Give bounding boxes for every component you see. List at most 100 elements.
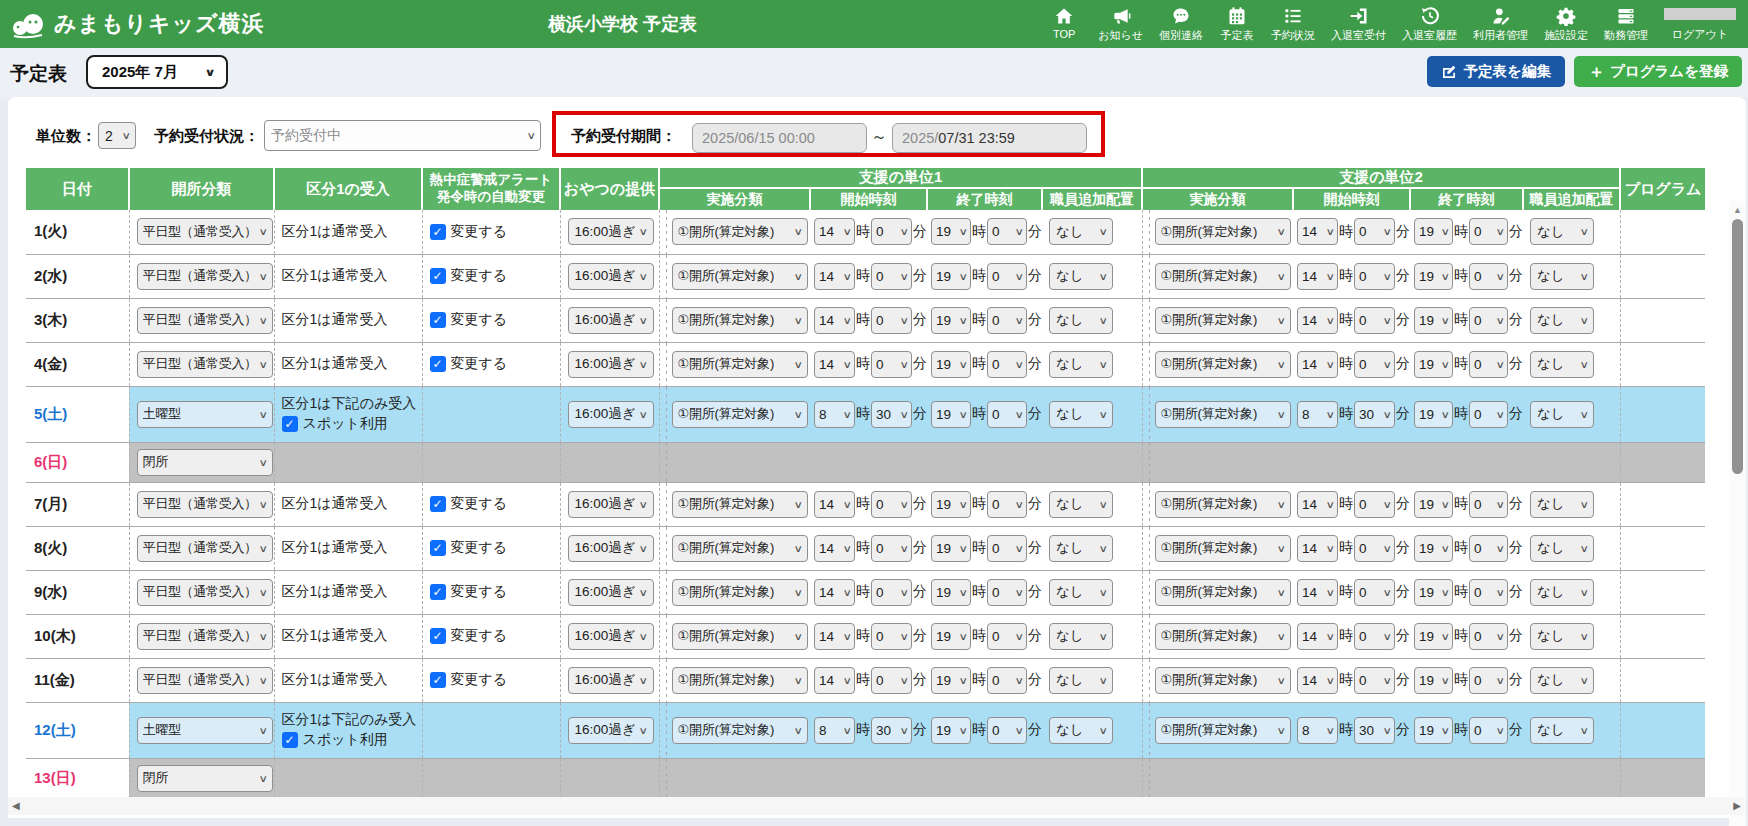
unit2-end-minute-select[interactable]: 0∨ bbox=[1469, 218, 1508, 245]
unit1-category-select[interactable]: ①開所(算定対象)∨ bbox=[672, 218, 808, 245]
unit1-start-hour-select[interactable]: 14∨ bbox=[814, 535, 855, 562]
unit2-end-minute-select[interactable]: 0∨ bbox=[1469, 351, 1508, 378]
unit1-end-hour-select[interactable]: 19∨ bbox=[931, 218, 971, 245]
unit2-end-minute-select[interactable]: 0∨ bbox=[1469, 667, 1508, 694]
unit1-end-hour-select[interactable]: 19∨ bbox=[931, 263, 971, 290]
unit1-end-minute-select[interactable]: 0∨ bbox=[987, 491, 1027, 518]
unit2-category-select[interactable]: ①開所(算定対象)∨ bbox=[1155, 401, 1291, 428]
unit1-category-select[interactable]: ①開所(算定対象)∨ bbox=[672, 401, 808, 428]
unit1-staff-select[interactable]: なし∨ bbox=[1049, 623, 1113, 650]
alert-change-checkbox[interactable]: ✓ bbox=[430, 268, 446, 284]
unit1-staff-select[interactable]: なし∨ bbox=[1049, 218, 1113, 245]
unit1-start-minute-select[interactable]: 0∨ bbox=[871, 263, 912, 290]
open-class-select[interactable]: 平日型（通常受入）∨ bbox=[137, 263, 273, 290]
unit1-start-hour-select[interactable]: 14∨ bbox=[814, 667, 855, 694]
unit1-staff-select[interactable]: なし∨ bbox=[1049, 667, 1113, 694]
unit2-start-minute-select[interactable]: 30∨ bbox=[1354, 401, 1395, 428]
unit1-end-minute-select[interactable]: 0∨ bbox=[987, 579, 1027, 606]
unit2-end-hour-select[interactable]: 19∨ bbox=[1414, 623, 1453, 650]
unit2-staff-select[interactable]: なし∨ bbox=[1530, 218, 1594, 245]
unit2-category-select[interactable]: ①開所(算定対象)∨ bbox=[1155, 491, 1291, 518]
unit1-start-hour-select[interactable]: 14∨ bbox=[814, 263, 855, 290]
unit1-start-hour-select[interactable]: 14∨ bbox=[814, 307, 855, 334]
unit2-staff-select[interactable]: なし∨ bbox=[1530, 623, 1594, 650]
unit1-end-minute-select[interactable]: 0∨ bbox=[987, 535, 1027, 562]
unit2-end-hour-select[interactable]: 19∨ bbox=[1414, 218, 1453, 245]
unit2-start-minute-select[interactable]: 0∨ bbox=[1354, 307, 1395, 334]
unit1-end-minute-select[interactable]: 0∨ bbox=[987, 401, 1027, 428]
unit1-start-hour-select[interactable]: 14∨ bbox=[814, 579, 855, 606]
alert-change-checkbox[interactable]: ✓ bbox=[430, 584, 446, 600]
unit1-end-hour-select[interactable]: 19∨ bbox=[931, 667, 971, 694]
unit1-category-select[interactable]: ①開所(算定対象)∨ bbox=[672, 579, 808, 606]
unit1-start-hour-select[interactable]: 8∨ bbox=[814, 717, 855, 744]
open-class-select[interactable]: 閉所∨ bbox=[137, 765, 273, 792]
unit2-end-hour-select[interactable]: 19∨ bbox=[1414, 535, 1453, 562]
unit2-end-minute-select[interactable]: 0∨ bbox=[1469, 717, 1508, 744]
unit2-staff-select[interactable]: なし∨ bbox=[1530, 667, 1594, 694]
nav-item-入退室履歴[interactable]: 入退室履歴 bbox=[1394, 0, 1465, 45]
unit2-end-hour-select[interactable]: 19∨ bbox=[1414, 491, 1453, 518]
unit1-start-minute-select[interactable]: 0∨ bbox=[871, 307, 912, 334]
unit2-category-select[interactable]: ①開所(算定対象)∨ bbox=[1155, 263, 1291, 290]
spot-use-checkbox[interactable]: ✓ bbox=[282, 732, 298, 748]
unit1-start-minute-select[interactable]: 0∨ bbox=[871, 351, 912, 378]
nav-item-ログアウト[interactable]: ログアウト bbox=[1656, 0, 1744, 44]
snack-select[interactable]: 16:00過ぎ∨ bbox=[568, 307, 654, 334]
snack-select[interactable]: 16:00過ぎ∨ bbox=[568, 579, 654, 606]
unit1-category-select[interactable]: ①開所(算定対象)∨ bbox=[672, 351, 808, 378]
unit2-end-minute-select[interactable]: 0∨ bbox=[1469, 623, 1508, 650]
unit1-end-minute-select[interactable]: 0∨ bbox=[987, 218, 1027, 245]
unit1-start-hour-select[interactable]: 8∨ bbox=[814, 401, 855, 428]
status-select[interactable]: 予約受付中 ∨ bbox=[264, 120, 541, 151]
unit2-end-hour-select[interactable]: 19∨ bbox=[1414, 307, 1453, 334]
unit1-category-select[interactable]: ①開所(算定対象)∨ bbox=[672, 535, 808, 562]
nav-item-勤務管理[interactable]: 勤務管理 bbox=[1596, 0, 1656, 45]
scroll-up-icon[interactable]: ▲ bbox=[1729, 205, 1746, 215]
unit2-end-hour-select[interactable]: 19∨ bbox=[1414, 263, 1453, 290]
unit2-start-hour-select[interactable]: 14∨ bbox=[1297, 667, 1338, 694]
unit2-end-minute-select[interactable]: 0∨ bbox=[1469, 401, 1508, 428]
period-from-input[interactable]: 2025/06/15 00:00 bbox=[692, 123, 867, 153]
unit1-end-hour-select[interactable]: 19∨ bbox=[931, 307, 971, 334]
unit2-staff-select[interactable]: なし∨ bbox=[1530, 351, 1594, 378]
unit1-staff-select[interactable]: なし∨ bbox=[1049, 307, 1113, 334]
unit2-start-hour-select[interactable]: 14∨ bbox=[1297, 218, 1338, 245]
unit1-staff-select[interactable]: なし∨ bbox=[1049, 579, 1113, 606]
scroll-left-icon[interactable]: ◀ bbox=[12, 800, 20, 811]
snack-select[interactable]: 16:00過ぎ∨ bbox=[568, 667, 654, 694]
snack-select[interactable]: 16:00過ぎ∨ bbox=[568, 218, 654, 245]
unit1-category-select[interactable]: ①開所(算定対象)∨ bbox=[672, 623, 808, 650]
unit2-staff-select[interactable]: なし∨ bbox=[1530, 717, 1594, 744]
unit1-start-minute-select[interactable]: 30∨ bbox=[871, 401, 912, 428]
unit1-staff-select[interactable]: なし∨ bbox=[1049, 401, 1113, 428]
alert-change-checkbox[interactable]: ✓ bbox=[430, 312, 446, 328]
unit1-category-select[interactable]: ①開所(算定対象)∨ bbox=[672, 717, 808, 744]
unit2-end-minute-select[interactable]: 0∨ bbox=[1469, 491, 1508, 518]
vertical-scrollbar-thumb[interactable] bbox=[1732, 219, 1743, 474]
unit1-end-minute-select[interactable]: 0∨ bbox=[987, 351, 1027, 378]
open-class-select[interactable]: 土曜型∨ bbox=[137, 401, 273, 428]
unit2-start-hour-select[interactable]: 14∨ bbox=[1297, 535, 1338, 562]
spot-use-checkbox[interactable]: ✓ bbox=[282, 416, 298, 432]
unit1-end-minute-select[interactable]: 0∨ bbox=[987, 717, 1027, 744]
unit2-staff-select[interactable]: なし∨ bbox=[1530, 491, 1594, 518]
alert-change-checkbox[interactable]: ✓ bbox=[430, 672, 446, 688]
unit2-category-select[interactable]: ①開所(算定対象)∨ bbox=[1155, 307, 1291, 334]
unit1-staff-select[interactable]: なし∨ bbox=[1049, 351, 1113, 378]
unit2-category-select[interactable]: ①開所(算定対象)∨ bbox=[1155, 667, 1291, 694]
unit2-category-select[interactable]: ①開所(算定対象)∨ bbox=[1155, 623, 1291, 650]
nav-item-入退室受付[interactable]: 入退室受付 bbox=[1323, 0, 1394, 45]
unit2-start-minute-select[interactable]: 0∨ bbox=[1354, 623, 1395, 650]
unit1-start-minute-select[interactable]: 0∨ bbox=[871, 667, 912, 694]
period-to-input[interactable]: 2025/07/31 23:59 bbox=[892, 123, 1087, 153]
unit1-end-hour-select[interactable]: 19∨ bbox=[931, 491, 971, 518]
alert-change-checkbox[interactable]: ✓ bbox=[430, 540, 446, 556]
unit2-start-hour-select[interactable]: 14∨ bbox=[1297, 579, 1338, 606]
horizontal-scrollbar[interactable]: ◀ ▶ bbox=[8, 797, 1745, 815]
nav-item-個別連絡[interactable]: 個別連絡 bbox=[1151, 0, 1211, 45]
unit1-start-minute-select[interactable]: 0∨ bbox=[871, 218, 912, 245]
unit1-end-hour-select[interactable]: 19∨ bbox=[931, 401, 971, 428]
unit1-staff-select[interactable]: なし∨ bbox=[1049, 717, 1113, 744]
nav-item-利用者管理[interactable]: 利用者管理 bbox=[1465, 0, 1536, 45]
